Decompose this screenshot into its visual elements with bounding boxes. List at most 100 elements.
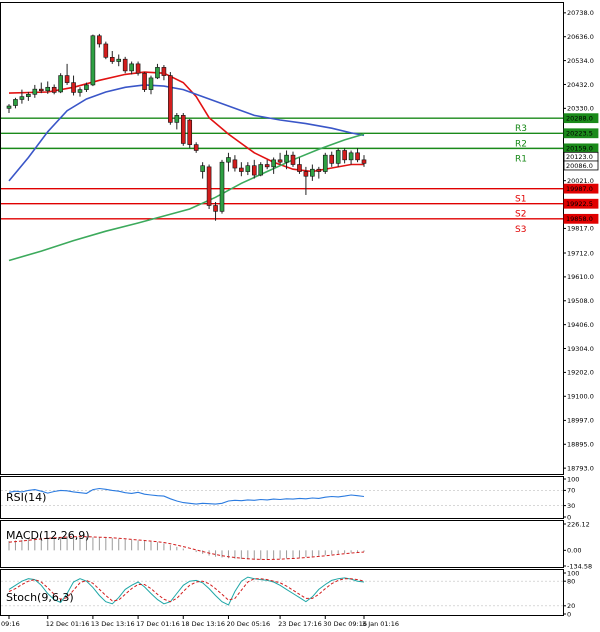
time-tick-label: 12 Dec 01:16 <box>46 620 90 628</box>
candle-body-up <box>129 63 134 72</box>
rsi-tick-label: 30 <box>567 502 575 510</box>
candle-body-down <box>251 165 257 176</box>
price-tick-label: 20432.0 <box>567 81 594 89</box>
stoch-tick-label: 0 <box>567 610 571 618</box>
rsi-tick-label: 70 <box>567 487 575 495</box>
candle-body-down <box>142 72 147 90</box>
candle-body-down <box>168 75 173 123</box>
candle-body-down <box>361 159 367 164</box>
candle-body-up <box>174 115 180 123</box>
macd-tick-label: 0.00 <box>567 547 581 555</box>
candle <box>58 73 63 94</box>
candle-body-down <box>232 159 238 169</box>
level-label-s3: S3 <box>515 225 526 235</box>
level-tag-s2-label: 19922.5 <box>566 200 593 208</box>
candle-body-up <box>45 86 51 92</box>
candle-body-down <box>38 88 44 92</box>
current-price-tag-label: 20086.0 <box>566 162 593 170</box>
candle-body-down <box>303 171 309 177</box>
candle-body-down <box>135 63 141 74</box>
candle-body-down <box>342 150 347 161</box>
price-tick-label: 19610.0 <box>567 273 594 281</box>
candle-body-up <box>84 84 89 90</box>
time-tick-label: 09:16 <box>1 620 20 628</box>
candle <box>122 56 128 74</box>
candle-body-down <box>277 159 283 163</box>
candle <box>90 34 96 87</box>
candle-body-up <box>258 164 264 176</box>
candle-body-up <box>148 77 154 90</box>
rsi-title: RSI(14) <box>6 491 46 504</box>
price-tick-label: 20636.0 <box>567 33 594 41</box>
price-tick-label: 19406.0 <box>567 321 594 329</box>
candle-body-up <box>32 88 38 95</box>
candle-body-up <box>77 89 83 93</box>
candle-body-down <box>193 144 199 151</box>
level-tag-r2-label: 20223.5 <box>566 130 593 138</box>
level-label-r1: R1 <box>515 154 527 164</box>
price-tags: 20288.0 20223.5 20159.0 19987.0 19922.5 19858… <box>563 113 599 224</box>
candle <box>180 113 186 146</box>
candle-body-down <box>297 164 302 172</box>
price-tick-label: 18895.0 <box>567 441 594 449</box>
time-tick-label: 30 Dec 09:16 <box>323 620 367 628</box>
macd-tick-label: 226.12 <box>567 520 590 528</box>
candle-body-up <box>13 99 18 106</box>
price-tag-extra-label: 20123.0 <box>566 153 593 161</box>
candle-body-up <box>6 105 12 109</box>
candle <box>168 72 173 125</box>
candle-body-down <box>206 166 212 206</box>
price-tick-label: 20738.0 <box>567 9 594 17</box>
candle-body-down <box>71 82 76 93</box>
candle-body-up <box>219 161 225 212</box>
candle-body-down <box>187 119 193 145</box>
level-tag-r1-label: 20159.0 <box>566 145 593 153</box>
candle-body-up <box>19 96 25 100</box>
stoch-tick-label: 80 <box>567 578 575 586</box>
candle <box>322 152 328 174</box>
level-tag-s3-label: 19858.0 <box>566 215 593 223</box>
candle-body-up <box>284 154 289 163</box>
candle <box>219 159 225 214</box>
candle-body-up <box>116 58 122 62</box>
candle <box>142 72 147 92</box>
candle-body-down <box>161 67 167 76</box>
candle-body-down <box>51 86 57 93</box>
candle <box>103 41 109 60</box>
time-tick-label: 18 Dec 13:16 <box>181 620 225 628</box>
candle <box>187 118 193 149</box>
level-tag-r3-label: 20288.0 <box>566 114 593 122</box>
candle-body-up <box>226 157 231 163</box>
candle-body-up <box>322 154 328 172</box>
time-tick-label: 23 Dec 17:16 <box>278 620 322 628</box>
price-tick-label: 19100.0 <box>567 393 594 401</box>
candle-body-down <box>97 35 102 45</box>
price-tick-label: 20330.0 <box>567 105 594 113</box>
price-tick-label: 18793.0 <box>567 464 594 472</box>
candle-body-up <box>155 67 160 79</box>
time-tick-label: 17 Dec 01:16 <box>136 620 180 628</box>
candle <box>258 162 264 177</box>
price-tick-label: 18997.0 <box>567 417 594 425</box>
candle-body-up <box>348 152 354 161</box>
price-tick-label: 19508.0 <box>567 297 594 305</box>
price-tick-label: 19712.0 <box>567 249 594 257</box>
candle-body-down <box>264 164 270 168</box>
candle-body-down <box>239 167 244 172</box>
candle-body-down <box>103 43 109 58</box>
chart-canvas: 20738.020636.020534.020432.020330.020021… <box>0 0 600 632</box>
stoch-title: Stoch(9,6,3) <box>6 591 74 604</box>
candle-body-down <box>180 115 186 144</box>
candle-body-down <box>213 205 218 212</box>
time-tick-label: 20 Dec 05:16 <box>226 620 270 628</box>
candle-body-up <box>245 165 251 172</box>
candle-body-down <box>355 152 360 161</box>
price-tick-label: 19304.0 <box>567 345 594 353</box>
candle-body-up <box>271 159 276 168</box>
candle-body-up <box>90 35 96 86</box>
stoch-tick-label: 100 <box>567 569 579 577</box>
level-tag-s1-label: 19987.0 <box>566 185 593 193</box>
candle-body-down <box>329 154 335 164</box>
candle-body-up <box>58 75 63 93</box>
candle-body-up <box>200 165 205 172</box>
